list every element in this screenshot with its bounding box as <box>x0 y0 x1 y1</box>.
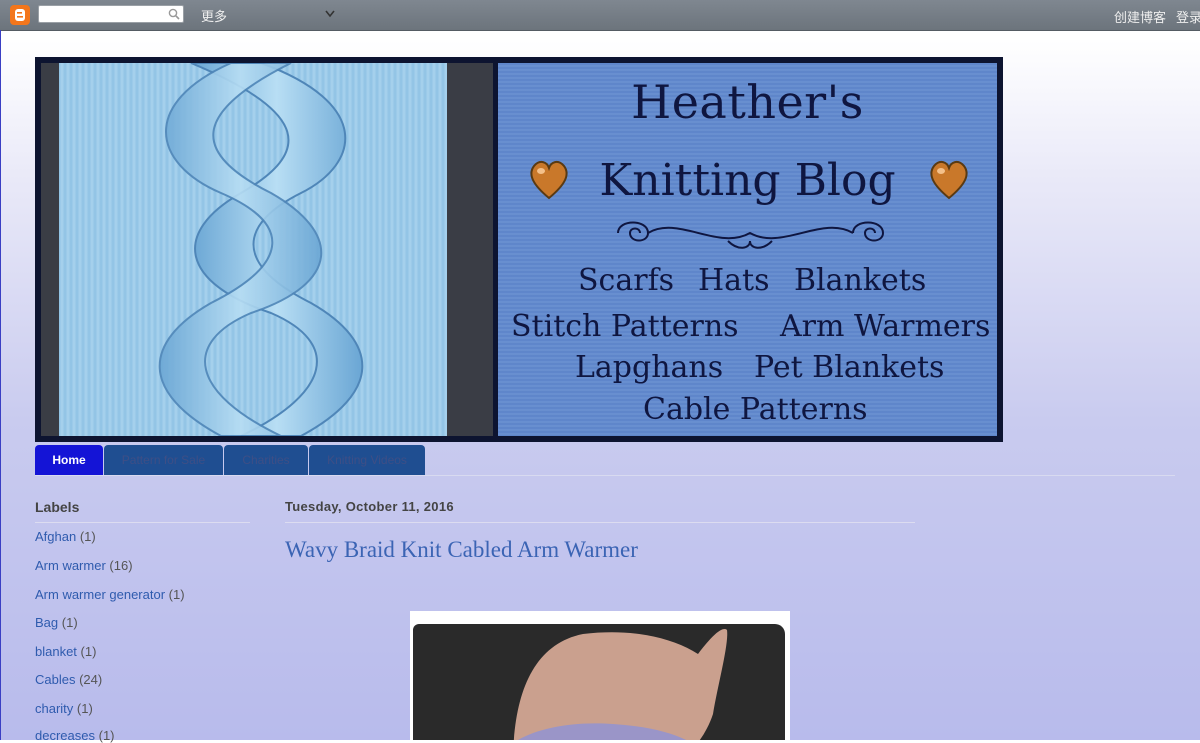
search-icon[interactable] <box>168 8 180 20</box>
arm-warmer-photo <box>413 624 785 740</box>
label-count: (1) <box>61 615 78 630</box>
label-count: (1) <box>168 587 185 602</box>
label-item: decreases (1) <box>35 728 115 743</box>
label-link[interactable]: Arm warmer <box>35 558 106 573</box>
label-link[interactable]: decreases <box>35 728 95 743</box>
tab-charities[interactable]: Charities <box>224 445 308 475</box>
header-title-panel: Heather's Knitting Blog Scarfs Hats Blan… <box>498 63 997 436</box>
label-link[interactable]: Cables <box>35 672 75 687</box>
label-count: (1) <box>98 728 115 743</box>
label-count: (1) <box>80 644 97 659</box>
header-category: Cable Patterns <box>643 392 868 427</box>
label-link[interactable]: Afghan <box>35 529 76 544</box>
labels-divider <box>35 522 250 523</box>
heart-icon <box>930 160 968 200</box>
blog-header-banner[interactable]: Heather's Knitting Blog Scarfs Hats Blan… <box>35 57 1003 442</box>
header-category: Hats <box>698 263 770 298</box>
blogger-navbar: 更多 创建博客 登录 <box>0 0 1200 31</box>
blog-title-line2: Knitting Blog <box>599 155 896 206</box>
search-input[interactable] <box>38 5 184 23</box>
post-date-divider <box>285 522 915 523</box>
header-category: Scarfs <box>578 263 675 298</box>
post-date: Tuesday, October 11, 2016 <box>285 499 454 514</box>
more-menu[interactable]: 更多 <box>201 6 227 25</box>
header-category: Arm Warmers <box>780 309 991 344</box>
chevron-down-icon[interactable] <box>325 10 335 18</box>
label-item: charity (1) <box>35 701 93 716</box>
label-item: blanket (1) <box>35 644 96 659</box>
arm-warmer-photo-graphic <box>513 629 728 740</box>
label-count: (24) <box>79 672 103 687</box>
label-link[interactable]: blanket <box>35 644 77 659</box>
label-count: (16) <box>109 558 133 573</box>
cable-braid-graphic <box>158 63 364 436</box>
label-item: Arm warmer (16) <box>35 558 133 573</box>
header-category: Stitch Patterns <box>511 309 739 344</box>
header-category: Lapghans <box>575 350 724 385</box>
flourish-ornament <box>617 221 885 249</box>
login-link[interactable]: 登录 <box>1176 7 1200 26</box>
tab-pattern-for-sale[interactable]: Pattern for Sale <box>104 445 223 475</box>
label-item: Arm warmer generator (1) <box>35 587 185 602</box>
tab-home[interactable]: Home <box>35 445 103 475</box>
header-category: Blankets <box>794 263 927 298</box>
post-image[interactable] <box>410 611 790 740</box>
label-count: (1) <box>76 701 93 716</box>
label-link[interactable]: Bag <box>35 615 58 630</box>
header-category: Pet Blankets <box>754 350 945 385</box>
label-link[interactable]: charity <box>35 701 73 716</box>
blogger-logo-icon[interactable] <box>10 5 30 25</box>
window-edge <box>0 30 1 740</box>
label-link[interactable]: Arm warmer generator <box>35 587 165 602</box>
labels-heading: Labels <box>35 499 80 515</box>
cable-knit-photo <box>41 63 493 436</box>
tabs-divider <box>35 475 1175 476</box>
create-blog-link[interactable]: 创建博客 <box>1114 7 1166 26</box>
label-item: Bag (1) <box>35 615 78 630</box>
label-item: Cables (24) <box>35 672 102 687</box>
blog-title-line1: Heather's <box>631 75 864 129</box>
post-title-link[interactable]: Wavy Braid Knit Cabled Arm Warmer <box>285 537 638 563</box>
label-item: Afghan (1) <box>35 529 96 544</box>
tab-knitting-videos[interactable]: Knitting Videos <box>309 445 425 475</box>
label-count: (1) <box>79 529 96 544</box>
